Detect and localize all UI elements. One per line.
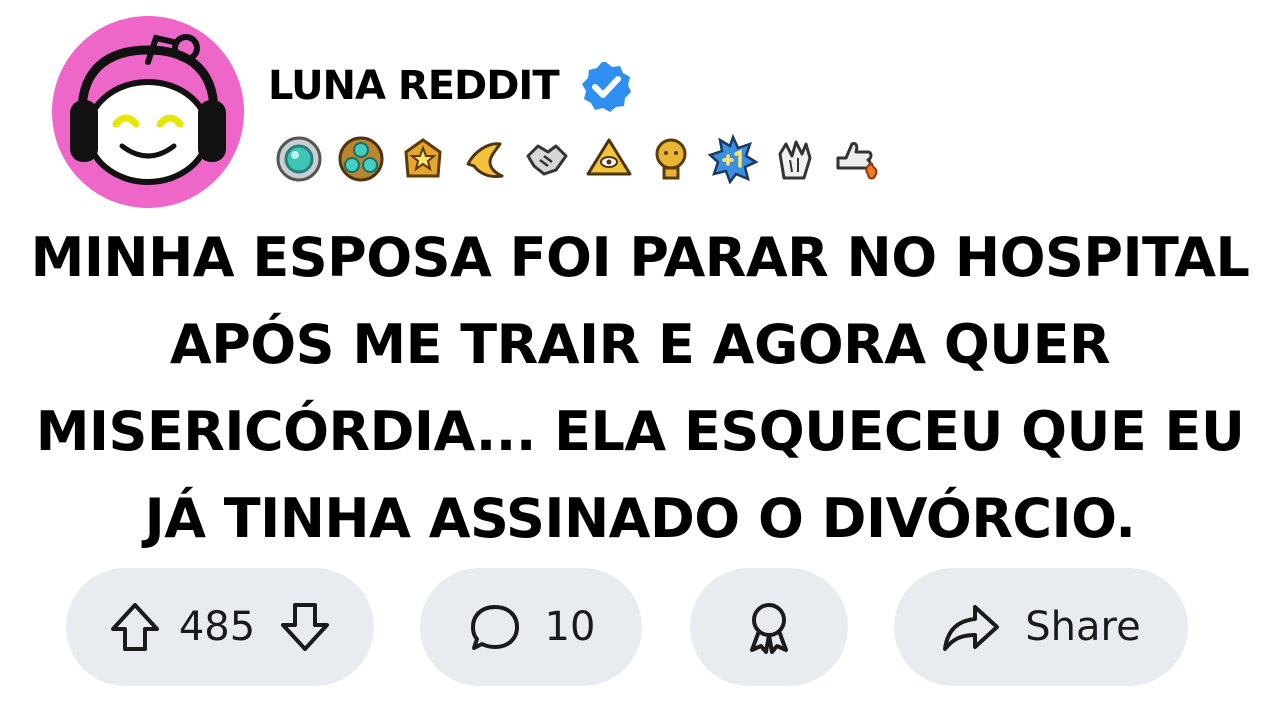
share-label: Share [1025, 604, 1141, 650]
comments-button[interactable]: 10 [420, 568, 642, 686]
username-row: LUNA REDDIT [268, 58, 633, 114]
pyramid-eye-icon [586, 138, 632, 176]
share-button[interactable]: Share [894, 568, 1188, 686]
vote-bar: 485 [66, 568, 374, 686]
reddit-post-card: LUNA REDDIT MINHA ESPOSA FOI PARAR NO HO… [0, 0, 1280, 720]
post-title-line: APÓS ME TRAIR E AGORA QUER [169, 313, 1111, 376]
comment-icon [470, 605, 519, 650]
share-arrow-icon [943, 605, 1000, 651]
snoo-trophy-icon [655, 138, 687, 180]
award-icon [750, 603, 788, 654]
snoo-headphones-icon [70, 34, 226, 185]
trophy-gem-icon [276, 136, 322, 182]
downvote-icon[interactable] [277, 599, 333, 655]
handshake-icon [526, 144, 568, 176]
post-title-line: JÁ TINHA ASSINADO O DIVÓRCIO. [144, 487, 1136, 550]
banana-icon [466, 142, 504, 178]
vote-count: 485 [178, 604, 256, 650]
comment-count: 10 [544, 604, 596, 650]
thumbs-up-fire-icon [836, 142, 878, 180]
post-title[interactable]: MINHA ESPOSA FOI PARAR NO HOSPITAL APÓS … [0, 214, 1280, 562]
plus-one-icon [708, 134, 758, 184]
clapping-hands-icon [778, 140, 812, 180]
avatar[interactable] [52, 16, 244, 208]
post-title-line: MINHA ESPOSA FOI PARAR NO HOSPITAL [30, 226, 1250, 289]
verified-badge-icon [581, 62, 631, 112]
award-button[interactable] [690, 568, 848, 686]
post-title-line: MISERICÓRDIA... ELA ESQUECEU QUE EU [35, 400, 1245, 463]
achievement-badges [274, 134, 882, 184]
username[interactable]: LUNA REDDIT [268, 66, 560, 106]
upvote-icon[interactable] [107, 599, 163, 655]
gems-cluster-icon [338, 136, 384, 182]
star-shield-icon [404, 138, 442, 178]
